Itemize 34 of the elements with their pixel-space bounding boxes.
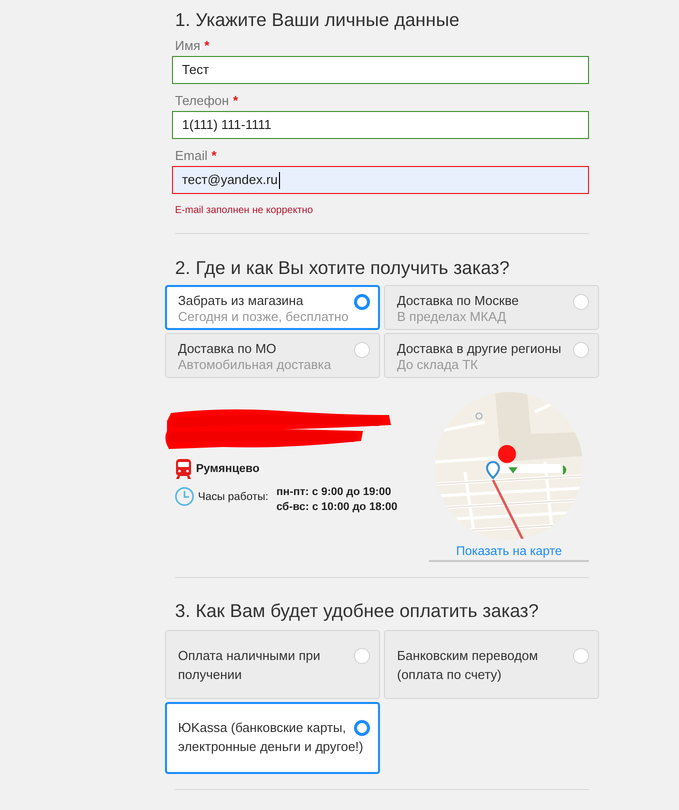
delivery-option[interactable]: Доставка по МО Автомобильная доставка [165,333,380,378]
required-mark: * [212,148,217,163]
train-icon [175,459,192,479]
clock-icon [175,487,194,506]
required-mark: * [232,93,238,108]
radio-icon [573,648,589,664]
section-heading: 2. Где и как Вы хотите получить заказ? [175,256,510,280]
field-label: Email [175,148,208,163]
delivery-option[interactable]: Забрать из магазина Сегодня и позже, бесплатно [165,285,380,330]
section-heading: 3. Как Вам будет удобнее оплатить заказ? [175,599,539,623]
error-message: E-mail заполнен не корректно [175,204,313,218]
radio-icon [354,648,370,664]
section-heading: 1. Укажите Ваши личные данные [175,8,460,32]
input-field[interactable]: тест@yandex.ru [172,166,589,194]
radio-icon [354,720,370,736]
input-field[interactable]: 1(111) 111-1111 [172,111,589,139]
opening-hours: сб-вс: с 10:00 до 18:00 [276,500,398,515]
delivery-option[interactable]: Доставка в другие регионы До склада ТК [384,333,599,378]
hours-label: Часы работы: [198,490,268,504]
text-cursor-icon [278,172,280,188]
delivery-option[interactable]: Доставка по Москве В пределах МКАД [384,285,599,330]
payment-option[interactable]: Банковским переводом (оплата по счету) [384,630,599,699]
radio-icon [354,342,370,358]
radio-icon [573,294,589,310]
payment-option[interactable]: Оплата наличными при получении [165,630,380,699]
radio-icon [573,342,589,358]
station-name: Румянцево [196,462,260,476]
payment-option[interactable]: ЮKassa (банковские карты, электронные деньги и другое!) [165,702,380,774]
required-mark: * [204,38,210,53]
field-label: Имя [175,38,200,53]
field-label: Телефон [175,93,229,108]
radio-icon [354,294,370,310]
input-field[interactable]: Тест [172,56,589,84]
opening-hours: пн-пт: с 9:00 до 19:00 [276,485,392,500]
